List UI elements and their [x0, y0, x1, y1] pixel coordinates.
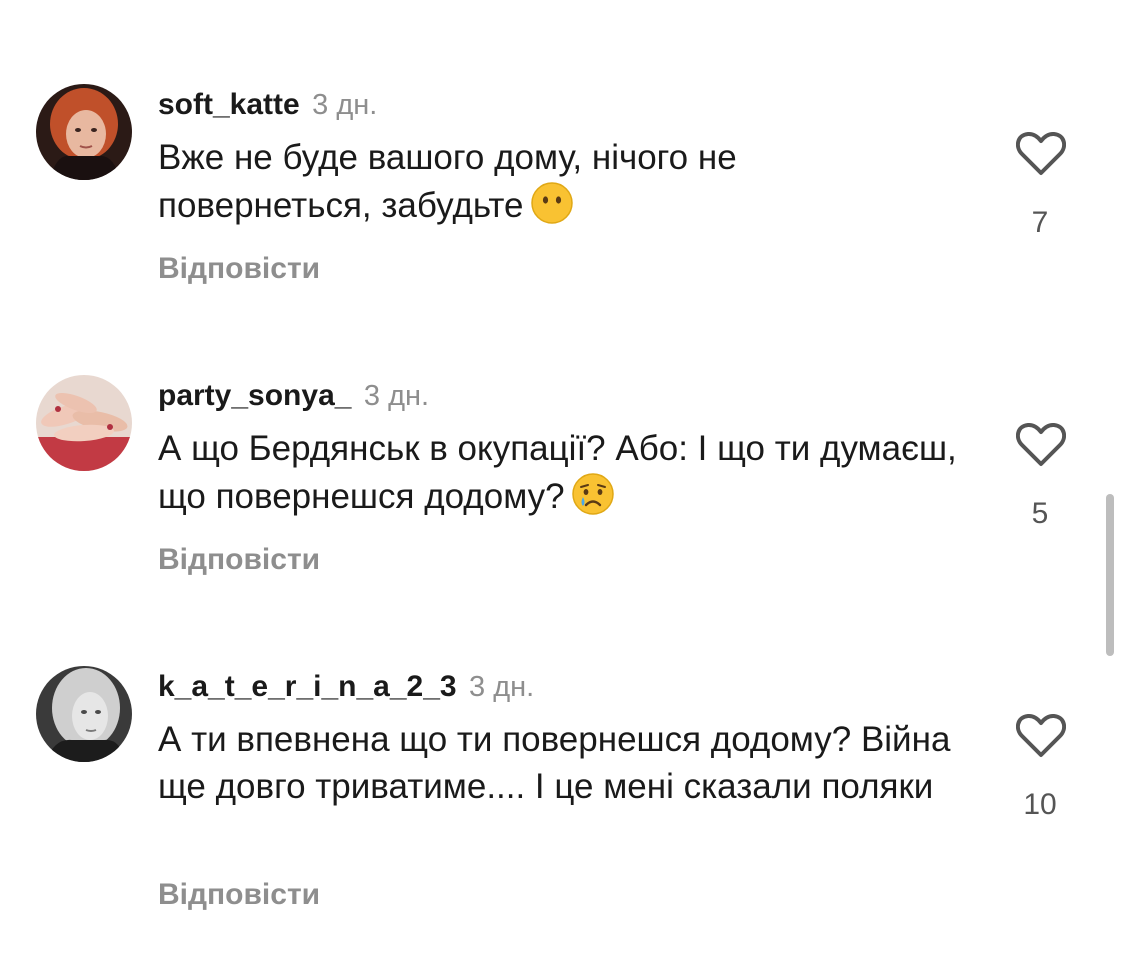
comment-body: А що Бердянськ в окупації? Або: І що ти …	[158, 429, 957, 516]
reply-button[interactable]: Відповісти	[158, 252, 320, 286]
timestamp: 3 дн.	[469, 671, 535, 703]
username[interactable]: k_a_t_e_r_i_n_a_2_3	[158, 670, 457, 703]
reply-button[interactable]: Відповісти	[158, 543, 320, 577]
timestamp: 3 дн.	[312, 89, 378, 121]
avatar-image	[36, 375, 132, 471]
comment-text: Вже не буде вашого дому, нічого не повер…	[158, 134, 958, 229]
like-count: 7	[1031, 206, 1049, 239]
reply-button[interactable]: Відповісти	[158, 878, 320, 912]
username[interactable]: party_sonya_	[158, 379, 351, 412]
like-button[interactable]	[1015, 712, 1067, 758]
comment-text: А ти впевнена що ти повернешся додому? В…	[158, 716, 958, 810]
comment-body: Вже не буде вашого дому, нічого не повер…	[158, 138, 737, 225]
like-count: 10	[1023, 788, 1057, 821]
comment-meta: party_sonya_ 3 дн.	[158, 376, 429, 416]
scrollbar[interactable]	[1106, 494, 1114, 656]
like-button[interactable]	[1015, 421, 1067, 467]
like-count: 5	[1031, 497, 1049, 530]
heart-icon	[1015, 713, 1067, 757]
comment-body: А ти впевнена що ти повернешся додому? В…	[158, 720, 951, 806]
avatar[interactable]	[36, 666, 132, 762]
avatar[interactable]	[36, 84, 132, 180]
comments-list: soft_katte 3 дн. Вже не буде вашого дому…	[0, 0, 1125, 961]
timestamp: 3 дн.	[363, 380, 430, 412]
username[interactable]: soft_katte	[158, 88, 300, 121]
comment-meta: k_a_t_e_r_i_n_a_2_3 3 дн.	[158, 667, 534, 707]
heart-icon	[1015, 131, 1067, 175]
crying-face-icon	[571, 473, 614, 515]
comment-text: А що Бердянськ в окупації? Або: І що ти …	[158, 425, 958, 520]
comment-meta: soft_katte 3 дн.	[158, 85, 377, 125]
avatar-image	[36, 84, 132, 180]
heart-icon	[1015, 422, 1067, 466]
face-without-mouth-icon	[530, 182, 573, 224]
avatar-image	[36, 666, 132, 762]
like-button[interactable]	[1015, 130, 1067, 176]
avatar[interactable]	[36, 375, 132, 471]
